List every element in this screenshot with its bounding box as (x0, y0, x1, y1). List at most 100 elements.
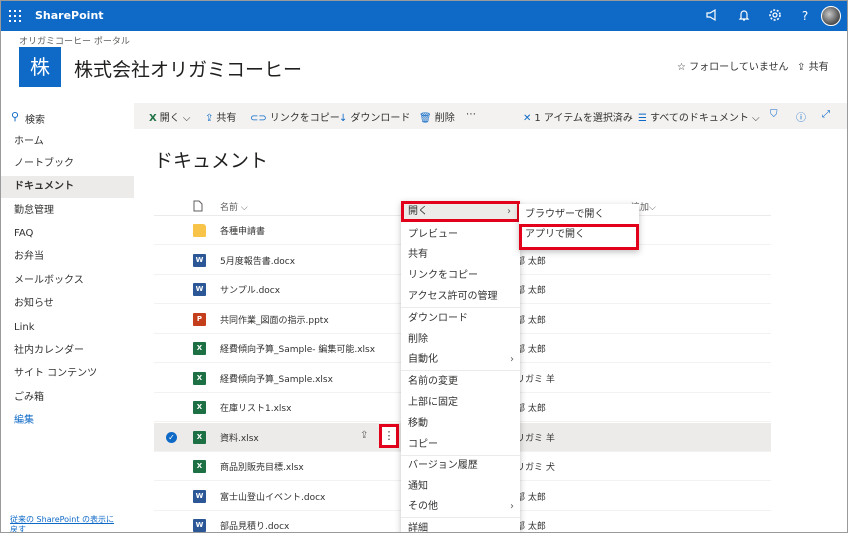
filter-icon[interactable]: ⛉ (770, 109, 781, 120)
gear-icon[interactable] (767, 8, 783, 24)
menu-item-delete[interactable]: 削除 (401, 329, 520, 350)
star-icon: ☆ (677, 62, 686, 73)
close-icon: ✕ (523, 113, 532, 124)
menu-item-rename[interactable]: 名前の変更 (401, 371, 520, 392)
site-title[interactable]: 株式会社オリガミコーヒー (74, 55, 302, 82)
menu-item-manage-access[interactable]: アクセス許可の管理 (401, 286, 520, 307)
show-actions-button[interactable]: ⋮ (379, 423, 399, 448)
window: SharePoint ? オリガミコーヒー ポータル 株 株式会社オリガミコーヒ… (0, 0, 848, 533)
nav-item-home[interactable]: ホーム (1, 131, 134, 153)
more-commands-button[interactable]: ⋯ (466, 109, 476, 120)
menu-item-alert[interactable]: 通知 (401, 476, 520, 497)
classic-view-link[interactable]: 従来の SharePoint の表示に戻す (10, 515, 120, 532)
site-logo[interactable]: 株 (19, 47, 61, 87)
pptx-file-icon: P (193, 312, 206, 326)
row-share-icon[interactable]: ⇪ (360, 430, 368, 441)
search-box[interactable]: ⚲ 検索 (3, 106, 131, 128)
nav-item-news[interactable]: お知らせ (1, 293, 134, 315)
menu-item-move[interactable]: 移動 (401, 413, 520, 434)
row-checkbox-icon[interactable]: ✓ (166, 431, 177, 443)
left-navigation: ⚲ 検索 ホーム ノートブック ドキュメント 勤怠管理 FAQ お弁当 メールボ… (1, 103, 134, 532)
nav-item-recycle-bin[interactable]: ごみ箱 (1, 387, 134, 409)
modified-by: 部 太郎 (516, 492, 546, 503)
file-name[interactable]: 在庫リスト1.xlsx (220, 401, 291, 414)
docx-file-icon: W (193, 489, 206, 503)
nav-item-faq[interactable]: FAQ (1, 223, 134, 245)
nav-edit-link[interactable]: 編集 (1, 410, 134, 432)
modified-by: リガミ 羊 (516, 433, 555, 444)
page-title: ドキュメント (154, 150, 269, 172)
xlsx-file-icon: X (193, 430, 206, 444)
suite-bar: SharePoint ? (1, 1, 847, 31)
download-command[interactable]: ↓ ダウンロード (339, 109, 410, 124)
copy-link-command[interactable]: ⊂⊃ リンクをコピー (250, 109, 340, 124)
delete-command[interactable]: 🗑 削除 (419, 109, 455, 124)
submenu-open-in-browser[interactable]: ブラウザーで開く (519, 204, 639, 225)
view-switcher[interactable]: ☰ すべてのドキュメント ⌵ (638, 109, 760, 124)
info-icon[interactable]: ⓘ (796, 109, 809, 124)
menu-item-more[interactable]: その他 › (401, 496, 520, 517)
file-name[interactable]: サンプル.docx (220, 283, 280, 296)
bell-icon[interactable] (736, 8, 752, 24)
context-menu: 開く › プレビュー 共有 リンクをコピー アクセス許可の管理 ダウンロード 削除… (401, 201, 520, 532)
nav-item-site-contents[interactable]: サイト コンテンツ (1, 363, 134, 385)
nav-item-attendance[interactable]: 勤怠管理 (1, 200, 134, 222)
file-type-column-icon[interactable] (193, 200, 203, 215)
help-icon[interactable]: ? (797, 8, 813, 24)
modified-by: 部 太郎 (516, 404, 546, 414)
docx-file-icon: W (193, 519, 206, 532)
portal-link[interactable]: オリガミコーヒー ポータル (19, 34, 130, 47)
file-name[interactable]: 商品別販売目標.xlsx (220, 460, 304, 473)
clear-selection-button[interactable]: ✕ 1 アイテムを選択済み (523, 109, 633, 124)
file-name[interactable]: 資料.xlsx (220, 431, 259, 444)
menu-item-download[interactable]: ダウンロード (401, 308, 520, 329)
file-name[interactable]: 共同作業_図面の指示.pptx (220, 313, 329, 326)
nav-item-notebook[interactable]: ノートブック (1, 153, 134, 175)
nav-item-documents[interactable]: ドキュメント (1, 176, 134, 198)
download-icon: ↓ (339, 113, 348, 124)
menu-item-share[interactable]: 共有 (401, 244, 520, 265)
file-name[interactable]: 各種申請書 (220, 224, 265, 237)
chevron-right-icon: › (510, 354, 514, 365)
link-icon: ⊂⊃ (250, 113, 267, 124)
open-command[interactable]: X 開く ⌵ (149, 109, 190, 124)
follow-button[interactable]: ☆ フォローしていません (677, 58, 789, 73)
modified-by: 部 太郎 (516, 345, 546, 355)
share-icon: ⇪ (797, 62, 806, 73)
nav-item-calendar[interactable]: 社内カレンダー (1, 340, 134, 362)
xlsx-file-icon: X (193, 401, 206, 414)
menu-item-details[interactable]: 詳細 (401, 518, 520, 532)
app-title[interactable]: SharePoint (35, 9, 104, 22)
name-column-header[interactable]: 名前 ⌵ (220, 200, 248, 213)
site-share-button[interactable]: ⇪ 共有 (797, 58, 829, 73)
file-name[interactable]: 5月度報告書.docx (220, 254, 295, 267)
modified-by: 部 太郎 (516, 286, 546, 296)
xlsx-file-icon: X (193, 460, 206, 473)
modified-by: リガミ 犬 (516, 463, 555, 473)
submenu-open-in-app[interactable]: アプリで開く (519, 224, 639, 250)
menu-item-preview[interactable]: プレビュー (401, 224, 520, 245)
chevron-down-icon: ⌵ (238, 203, 248, 213)
nav-item-lunch[interactable]: お弁当 (1, 246, 134, 268)
app-launcher-icon[interactable] (7, 8, 23, 24)
menu-item-pin-to-top[interactable]: 上部に固定 (401, 392, 520, 413)
search-icon: ⚲ (11, 110, 20, 123)
file-name[interactable]: 富士山登山イベント.docx (220, 490, 325, 503)
nav-item-mailbox[interactable]: メールボックス (1, 270, 134, 292)
menu-item-copy[interactable]: コピー (401, 434, 520, 455)
file-name[interactable]: 経費傾向予算_Sample- 編集可能.xlsx (220, 342, 375, 355)
menu-item-copy-link[interactable]: リンクをコピー (401, 265, 520, 286)
avatar[interactable] (821, 6, 841, 26)
nav-item-link[interactable]: Link (1, 317, 134, 339)
menu-item-automate[interactable]: 自動化 › (401, 349, 520, 370)
share-command[interactable]: ⇪ 共有 (205, 109, 236, 124)
file-name[interactable]: 経費傾向予算_Sample.xlsx (220, 372, 333, 385)
menu-item-open[interactable]: 開く › (401, 201, 520, 222)
file-name[interactable]: 部品見積り.docx (220, 519, 289, 532)
megaphone-icon[interactable] (704, 8, 720, 24)
chevron-down-icon: ⌵ (748, 113, 760, 124)
menu-item-version-history[interactable]: バージョン履歴 (401, 455, 520, 476)
modified-by: 部 太郎 (516, 522, 546, 532)
expand-icon[interactable]: ⤢ (822, 109, 833, 120)
chevron-right-icon: › (510, 501, 514, 512)
